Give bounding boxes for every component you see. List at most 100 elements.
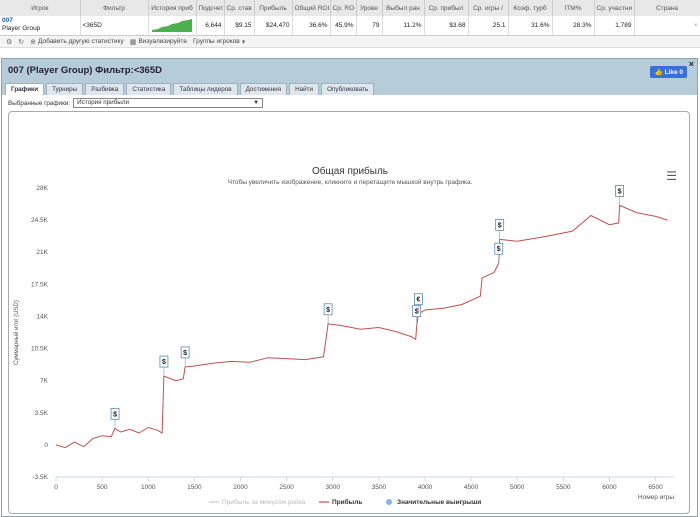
- big-win-marker-label: $: [113, 411, 117, 418]
- y-tick-label: 14K: [36, 313, 48, 320]
- chart-select[interactable]: История прибыли ▼: [73, 98, 264, 108]
- chart-subtitle: Чтобы увеличить изображение, кликните и …: [228, 178, 473, 186]
- x-tick-label: 5000: [510, 484, 525, 491]
- facebook-like-button[interactable]: 👍 Like 0: [650, 66, 687, 78]
- tab-2[interactable]: Турниры: [46, 83, 84, 95]
- y-tick-label: 24.5K: [31, 217, 49, 224]
- settings-icon[interactable]: ⚙: [6, 38, 12, 46]
- y-tick-label: 21K: [36, 249, 48, 256]
- column-header[interactable]: Подсчет: [196, 0, 225, 16]
- y-tick-label: 7K: [40, 378, 49, 385]
- player-id[interactable]: 007: [2, 17, 78, 25]
- tab-3[interactable]: Разбивка: [85, 83, 125, 95]
- player-groups-button[interactable]: Группы игроков ▾: [193, 38, 245, 46]
- add-stat-button[interactable]: ⊕ Добавить другую статистику: [30, 38, 124, 46]
- column-header[interactable]: ITM%: [552, 0, 595, 16]
- chart-icon: ▦: [129, 38, 137, 46]
- column-header[interactable]: Урове: [356, 0, 383, 16]
- column-header[interactable]: Фильтр: [80, 0, 149, 16]
- column-header[interactable]: Ср. став: [224, 0, 255, 16]
- chevron-down-icon: ▾: [241, 38, 246, 46]
- panel-header: 007 (Player Group) Фильтр:<365D × 👍 Like…: [2, 59, 697, 81]
- tab-5[interactable]: Таблицы лидеров: [173, 83, 238, 95]
- big-win-marker-label: $: [498, 222, 502, 229]
- tab-7[interactable]: Найти: [289, 83, 320, 95]
- chart-title: Общая прибыль: [312, 165, 388, 177]
- player-groups-label: Группы игроков: [193, 38, 240, 45]
- profit-chart[interactable]: Общая прибыльЧтобы увеличить изображение…: [9, 112, 691, 515]
- column-header[interactable]: Коэф. турб: [508, 0, 553, 16]
- x-tick-label: 6500: [648, 484, 663, 491]
- chart-select-value: История прибыли: [77, 99, 130, 106]
- x-tick-label: 4000: [418, 484, 433, 491]
- tab-4[interactable]: Статистика: [126, 83, 172, 95]
- chevron-down-icon: ▼: [253, 100, 260, 106]
- big-win-marker-label: $: [183, 350, 187, 357]
- visualize-button[interactable]: ▦ Визуализируйте: [130, 38, 187, 46]
- column-header[interactable]: Ср. RO: [330, 0, 357, 16]
- legend-item[interactable]: Прибыль за минусом рейка: [222, 498, 306, 506]
- tab-6[interactable]: Достижения: [239, 83, 288, 95]
- big-win-marker-label: $: [497, 246, 501, 253]
- y-tick-label: 28K: [36, 185, 48, 192]
- y-tick-label: 3.5K: [35, 410, 49, 417]
- chart-container[interactable]: Общая прибыль Чтобы увеличить изображение…: [8, 111, 690, 514]
- column-header[interactable]: История приб: [148, 0, 197, 16]
- x-tick-label: 3000: [325, 484, 340, 491]
- table-toolbar: ⚙ ↻ ⊕ Добавить другую статистику ▦ Визуа…: [0, 36, 700, 48]
- tab-8[interactable]: Опубликовать: [321, 83, 375, 95]
- profit-series-line: [55, 204, 668, 449]
- x-tick-label: 2000: [233, 484, 248, 491]
- y-axis-label: Суммарный итог (USD): [13, 300, 20, 365]
- x-tick-label: 3500: [372, 484, 387, 491]
- legend-marker: [386, 499, 392, 505]
- column-header[interactable]: Общий ROI: [292, 0, 331, 16]
- close-icon[interactable]: ×: [689, 59, 694, 69]
- count-cell: 6,644: [196, 16, 225, 36]
- panel-tabs: Графики Турниры Разбивка Статистика Таблицы …: [2, 81, 697, 95]
- y-tick-label: -3.5K: [32, 474, 48, 481]
- chart-select-row: Выбранные графики: История прибыли ▼: [2, 95, 697, 111]
- column-header[interactable]: Страна: [634, 0, 700, 16]
- column-header[interactable]: Ср. участни: [594, 0, 635, 16]
- avg-entrants-cell: 1,789: [594, 16, 635, 36]
- early-out-cell: 11.2%: [382, 16, 425, 36]
- x-axis-label: Номер игры: [638, 494, 674, 501]
- avg-games-cell: 25.1: [468, 16, 509, 36]
- column-header[interactable]: Игрок: [0, 0, 81, 16]
- x-tick-label: 6000: [602, 484, 617, 491]
- column-header[interactable]: Ср. игры /: [468, 0, 509, 16]
- avg-roi-cell: 45.9%: [330, 16, 357, 36]
- table-header-row: Игрок Фильтр История приб Подсчет Ср. став Пр…: [0, 0, 700, 16]
- player-cell[interactable]: 007 Player Group: [0, 16, 81, 36]
- turbo-ratio-cell: 31.6%: [508, 16, 553, 36]
- column-header[interactable]: Прибыль: [254, 0, 293, 16]
- profit-history-cell: [148, 16, 197, 36]
- x-tick-label: 2500: [279, 484, 294, 491]
- avg-stake-cell: $9.15: [224, 16, 255, 36]
- refresh-icon[interactable]: ↻: [18, 38, 24, 46]
- avg-profit-cell: $3.68: [424, 16, 469, 36]
- y-tick-label: 10.5K: [31, 346, 49, 353]
- remove-row-icon[interactable]: ×: [694, 22, 698, 29]
- profit-sparkline: [152, 19, 192, 33]
- add-icon: ⊕: [30, 38, 37, 46]
- legend-item[interactable]: Значительные выигрыши: [397, 499, 481, 506]
- big-win-marker-label: $: [415, 309, 419, 316]
- y-tick-label: 0: [44, 442, 48, 449]
- filter-cell: <365D: [80, 16, 149, 36]
- column-header[interactable]: Выбыл ран: [382, 0, 425, 16]
- menu-icon[interactable]: ☰: [666, 169, 677, 183]
- x-tick-label: 0: [54, 484, 58, 491]
- profit-cell: $24,470: [254, 16, 293, 36]
- stats-table: Игрок Фильтр История приб Подсчет Ср. став Пр…: [0, 0, 700, 36]
- tab-1[interactable]: Графики: [5, 83, 45, 95]
- player-panel: 007 (Player Group) Фильтр:<365D × 👍 Like…: [1, 58, 698, 517]
- column-header[interactable]: Ср. прибыл: [424, 0, 469, 16]
- y-tick-label: 17.5K: [31, 281, 49, 288]
- table-row[interactable]: 007 Player Group <365D 6,644 $9.15 $24,4…: [0, 16, 700, 36]
- x-tick-label: 500: [97, 484, 108, 491]
- itm-cell: 28.3%: [552, 16, 595, 36]
- thumbs-up-icon: 👍: [654, 69, 663, 76]
- legend-item[interactable]: Прибыль: [332, 498, 362, 506]
